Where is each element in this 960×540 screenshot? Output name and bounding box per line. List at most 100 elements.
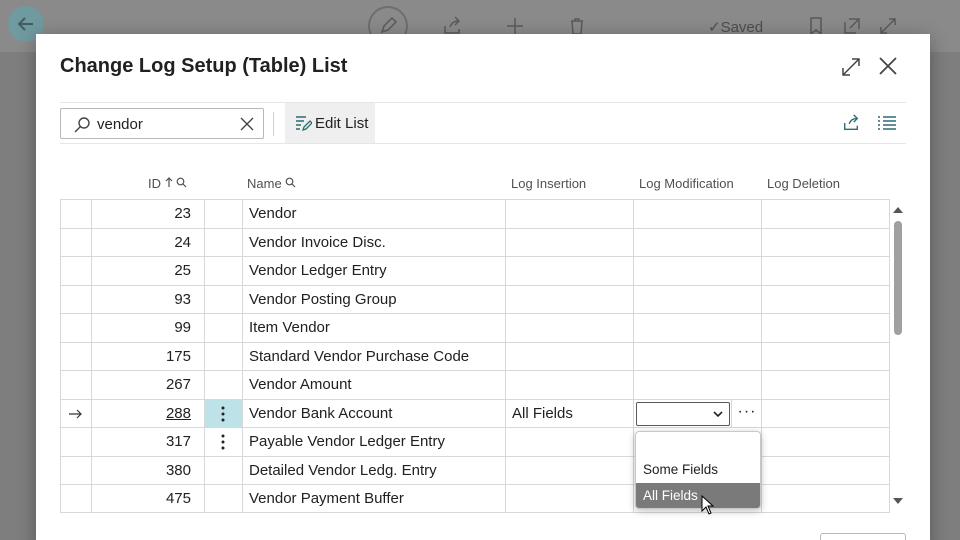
row-log-modification: ··· <box>633 399 762 428</box>
column-header-name[interactable]: Name <box>247 176 296 191</box>
row-log-insertion[interactable] <box>505 342 633 371</box>
lookup-ellipsis-button[interactable]: ··· <box>731 399 762 428</box>
row-log-deletion[interactable] <box>761 257 890 286</box>
row-log-deletion[interactable] <box>761 485 890 512</box>
row-log-deletion[interactable] <box>761 371 890 400</box>
records-table: 23 Vendor 24 Vendor Invoice Disc. 25 Ven… <box>60 199 890 513</box>
table-row[interactable]: 267 Vendor Amount <box>60 370 890 400</box>
share-icon[interactable] <box>842 114 860 132</box>
row-id: 380 <box>91 456 204 485</box>
column-search-icon[interactable] <box>285 177 296 188</box>
row-name: Vendor Ledger Entry <box>242 257 505 286</box>
row-actions-button[interactable] <box>204 428 242 457</box>
edit-list-button[interactable]: Edit List <box>285 103 375 143</box>
toolbar-divider <box>273 112 274 136</box>
change-log-setup-dialog: Change Log Setup (Table) List Edit List … <box>36 34 930 540</box>
row-actions-button[interactable] <box>204 399 242 428</box>
row-name: Payable Vendor Ledger Entry <box>242 428 505 457</box>
row-name: Detailed Vendor Ledg. Entry <box>242 456 505 485</box>
row-id: 267 <box>91 371 204 400</box>
option-some-fields[interactable]: Some Fields <box>636 457 760 483</box>
share-icon[interactable] <box>442 16 462 36</box>
table-row[interactable]: 175 Standard Vendor Purchase Code <box>60 341 890 371</box>
chevron-down-icon <box>713 410 723 417</box>
log-modification-options: Some Fields All Fields <box>635 431 761 509</box>
row-log-insertion[interactable] <box>505 228 633 257</box>
column-search-icon[interactable] <box>176 177 187 188</box>
column-header-id[interactable]: ID <box>148 176 187 191</box>
table-row[interactable]: 23 Vendor <box>60 199 890 229</box>
row-log-deletion[interactable] <box>761 428 890 457</box>
row-name: Vendor Posting Group <box>242 285 505 314</box>
vertical-scrollbar[interactable] <box>891 199 907 515</box>
pencil-icon <box>380 16 398 34</box>
row-id: 25 <box>91 257 204 286</box>
table-row[interactable]: 99 Item Vendor <box>60 313 890 343</box>
list-view-icon[interactable] <box>878 115 896 131</box>
column-header-log-insertion[interactable]: Log Insertion <box>511 176 586 191</box>
scroll-up-icon[interactable] <box>892 206 904 214</box>
plus-icon[interactable] <box>505 16 525 36</box>
table-row[interactable]: 25 Vendor Ledger Entry <box>60 256 890 286</box>
clear-icon[interactable] <box>239 116 255 132</box>
dialog-footer-button[interactable] <box>820 533 906 540</box>
row-log-deletion[interactable] <box>761 228 890 257</box>
close-icon[interactable] <box>876 54 900 78</box>
row-id-link[interactable]: 288 <box>91 399 204 428</box>
row-id: 24 <box>91 228 204 257</box>
row-log-insertion[interactable] <box>505 314 633 343</box>
row-name: Vendor <box>242 200 505 229</box>
row-log-modification[interactable] <box>633 371 761 400</box>
table-row[interactable]: 93 Vendor Posting Group <box>60 284 890 314</box>
row-id: 23 <box>91 200 204 229</box>
row-log-insertion[interactable] <box>505 428 633 457</box>
row-log-insertion[interactable] <box>505 257 633 286</box>
row-log-insertion[interactable] <box>505 456 633 485</box>
table-row-selected[interactable]: 288 Vendor Bank Account All Fields ··· <box>60 398 890 428</box>
row-log-deletion[interactable] <box>761 342 890 371</box>
open-in-new-icon[interactable] <box>842 16 862 36</box>
bookmark-icon[interactable] <box>806 16 826 36</box>
expand-icon[interactable] <box>840 56 862 78</box>
row-arrow-icon <box>69 409 82 418</box>
mouse-pointer-icon <box>701 495 715 515</box>
row-log-insertion[interactable] <box>505 485 633 512</box>
trash-icon[interactable] <box>567 16 587 36</box>
row-log-deletion[interactable] <box>761 456 890 485</box>
table-row[interactable]: 317 Payable Vendor Ledger Entry <box>60 427 890 457</box>
row-log-insertion[interactable] <box>505 371 633 400</box>
table-row[interactable]: 24 Vendor Invoice Disc. <box>60 227 890 257</box>
row-log-modification[interactable] <box>633 314 761 343</box>
row-log-modification[interactable] <box>633 342 761 371</box>
column-header-log-deletion[interactable]: Log Deletion <box>767 176 840 191</box>
row-log-modification[interactable] <box>633 257 761 286</box>
scrollbar-thumb[interactable] <box>894 221 902 335</box>
row-log-modification[interactable] <box>633 200 761 229</box>
row-id: 475 <box>91 485 204 512</box>
search-input[interactable] <box>97 113 233 135</box>
option-blank[interactable] <box>636 432 760 458</box>
row-name: Vendor Invoice Disc. <box>242 228 505 257</box>
row-id: 93 <box>91 285 204 314</box>
row-log-deletion[interactable] <box>761 314 890 343</box>
row-log-modification[interactable] <box>633 285 761 314</box>
table-row[interactable]: 380 Detailed Vendor Ledg. Entry <box>60 455 890 485</box>
row-log-insertion[interactable] <box>505 285 633 314</box>
row-log-insertion[interactable]: All Fields <box>505 399 633 428</box>
expand-icon[interactable] <box>878 16 898 36</box>
row-name: Item Vendor <box>242 314 505 343</box>
row-indicator <box>60 399 91 428</box>
log-modification-select[interactable] <box>636 401 730 426</box>
option-all-fields[interactable]: All Fields <box>636 483 760 508</box>
row-log-insertion[interactable] <box>505 200 633 229</box>
row-log-modification[interactable] <box>633 228 761 257</box>
edit-list-label: Edit List <box>315 115 369 132</box>
row-log-deletion[interactable] <box>761 285 890 314</box>
row-log-deletion[interactable] <box>761 399 890 428</box>
column-header-log-modification[interactable]: Log Modification <box>639 176 734 191</box>
edit-list-icon <box>296 116 312 132</box>
table-row[interactable]: 475 Vendor Payment Buffer <box>60 484 890 512</box>
scroll-down-icon[interactable] <box>892 497 904 505</box>
row-log-deletion[interactable] <box>761 200 890 229</box>
sort-ascending-icon <box>165 177 173 187</box>
